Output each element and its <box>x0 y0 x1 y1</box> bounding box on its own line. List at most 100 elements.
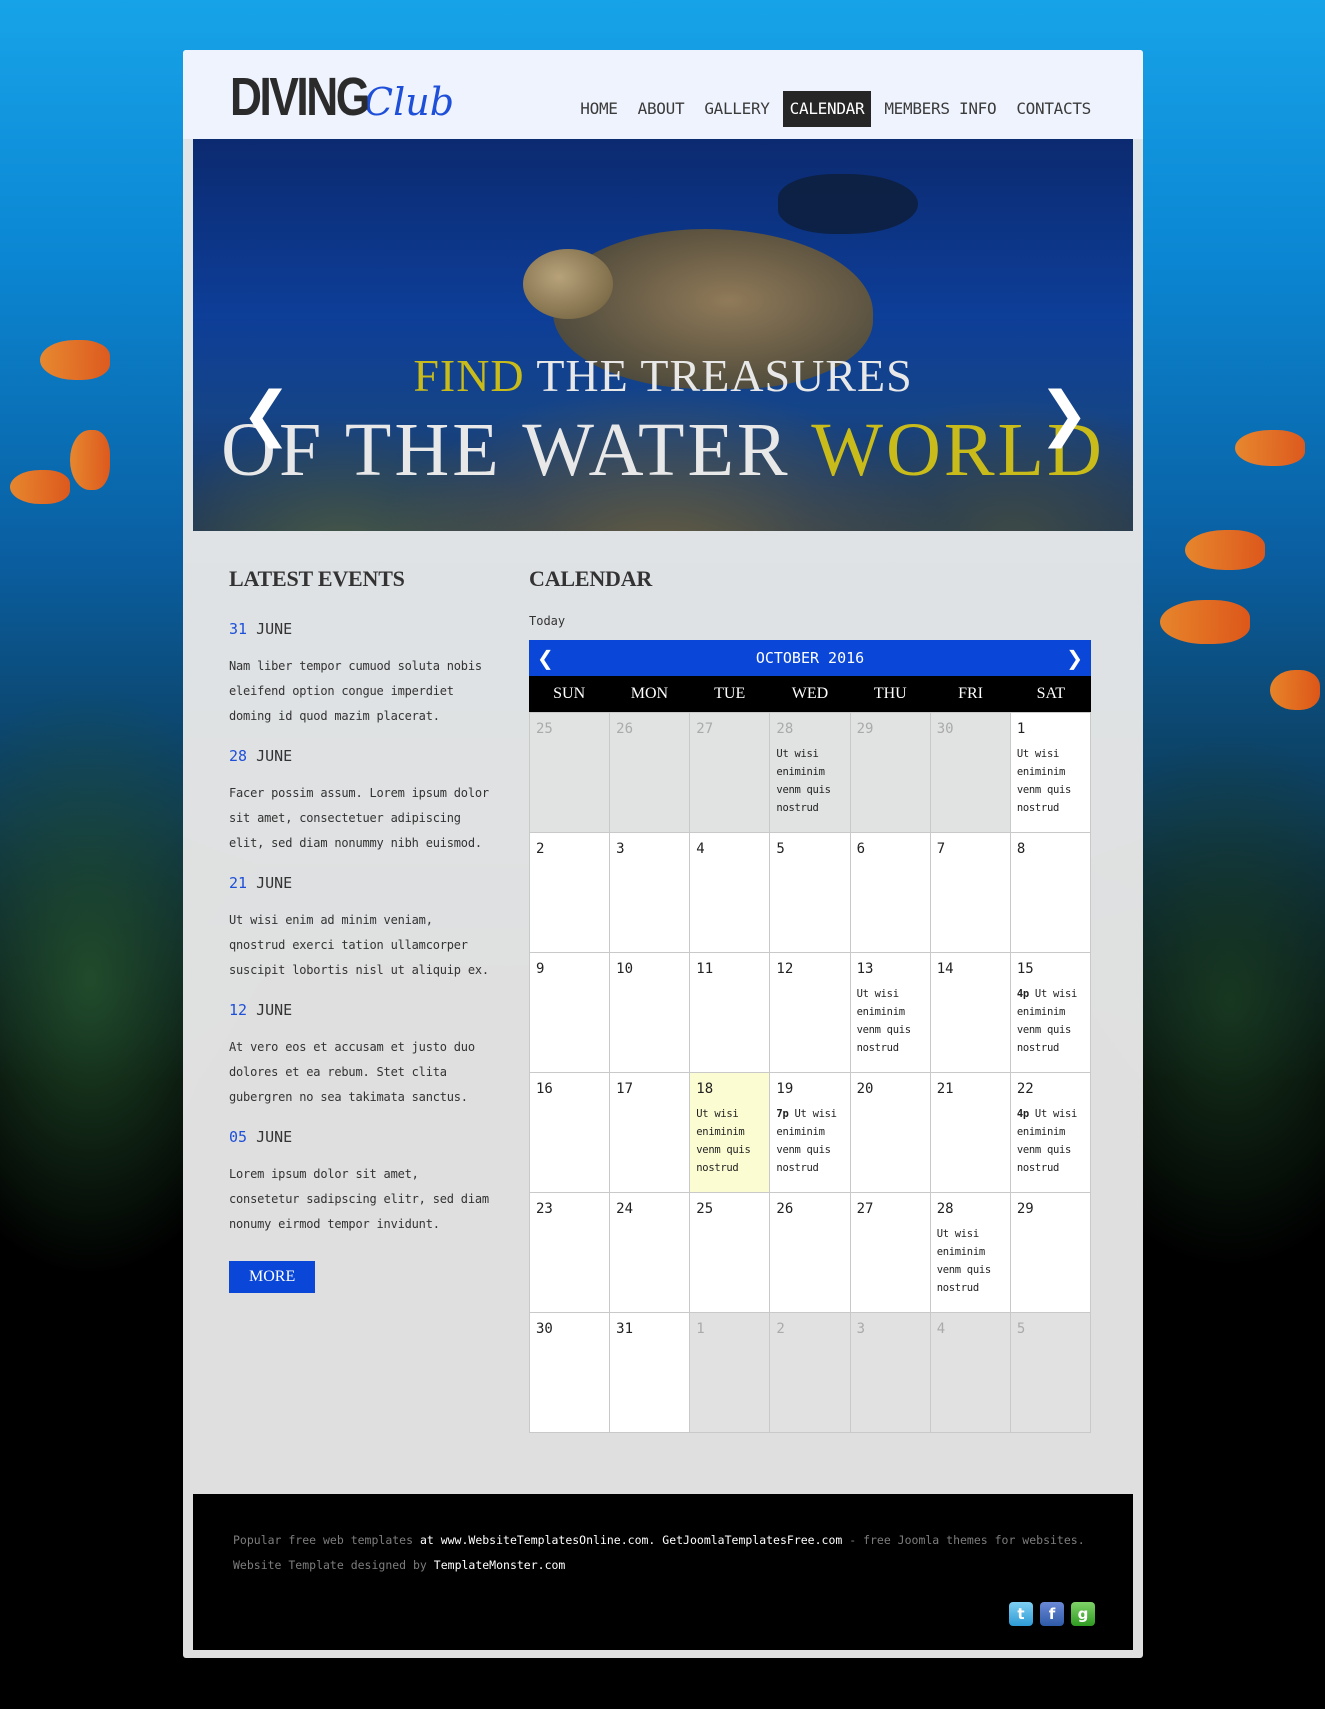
calendar-day[interactable]: 2 <box>530 833 611 953</box>
calendar-day[interactable]: 16 <box>530 1073 611 1193</box>
calendar-day[interactable]: 30 <box>930 713 1011 833</box>
event-month: JUNE <box>256 747 293 765</box>
event-day[interactable]: 21 <box>229 874 247 892</box>
calendar-next-icon[interactable]: ❯ <box>1066 646 1083 670</box>
site-logo[interactable]: DIVING Club <box>230 70 454 124</box>
calendar-day-number: 23 <box>536 1201 553 1217</box>
calendar-day[interactable]: 11 <box>690 953 771 1073</box>
footer-link-templatemonster[interactable]: TemplateMonster.com <box>434 1558 566 1572</box>
banner-text: OF THE WATER <box>221 408 812 492</box>
calendar-day[interactable]: 5 <box>770 833 851 953</box>
calendar-day[interactable]: 14 <box>930 953 1011 1073</box>
calendar-day-number: 30 <box>936 721 954 737</box>
calendar-event-text: Ut wisi eniminim venm quis nostrud <box>1016 748 1072 814</box>
calendar-day-number: 6 <box>856 841 865 857</box>
page-container: DIVING Club HOME ABOUT GALLERY CALENDAR … <box>183 50 1143 1658</box>
calendar-prev-icon[interactable]: ❮ <box>537 646 554 670</box>
calendar-event[interactable]: Ut wisi eniminim venm quis nostrud <box>696 1105 763 1177</box>
slider-next-icon[interactable]: ❯ <box>1039 384 1089 444</box>
footer-link-websitetemplatesonline[interactable]: at www.WebsiteTemplatesOnline.com <box>413 1533 648 1547</box>
calendar-event[interactable]: 4p Ut wisi eniminim venm quis nostrud <box>1017 1105 1084 1177</box>
nav-item-calendar[interactable]: CALENDAR <box>782 91 872 127</box>
nav-item-contacts[interactable]: CONTACTS <box>1009 91 1098 127</box>
calendar-day[interactable]: 26 <box>770 1193 851 1313</box>
calendar-day[interactable]: 19 7p Ut wisi eniminim venm quis nostrud <box>770 1073 851 1193</box>
today-button[interactable]: Today <box>529 614 565 628</box>
calendar-day[interactable]: 8 <box>1010 833 1091 953</box>
nav-item-home[interactable]: HOME <box>573 91 624 127</box>
event-item: 12 JUNE At vero eos et accusam et justo … <box>229 1001 494 1110</box>
slider-prev-icon[interactable]: ❮ <box>241 384 291 444</box>
calendar-event[interactable]: 7p Ut wisi eniminim venm quis nostrud <box>776 1105 843 1177</box>
calendar-day-number: 18 <box>696 1081 714 1097</box>
calendar-day[interactable]: 27 <box>850 1193 931 1313</box>
event-day[interactable]: 28 <box>229 747 247 765</box>
calendar-day[interactable]: 25 <box>530 713 611 833</box>
twitter-icon[interactable]: t <box>1009 1602 1033 1626</box>
footer-link-getjoomlatemplatesfree[interactable]: GetJoomlaTemplatesFree.com <box>662 1533 842 1547</box>
calendar-day[interactable]: 3 <box>610 833 691 953</box>
calendar-day[interactable]: 29 <box>1010 1193 1091 1313</box>
sea-turtle-head-image <box>523 249 613 319</box>
event-day[interactable]: 31 <box>229 620 247 638</box>
calendar-day-number: 21 <box>936 1081 954 1097</box>
calendar-day[interactable]: 13 Ut wisi eniminim venm quis nostrud <box>850 953 931 1073</box>
nav-item-members-info[interactable]: MEMBERS INFO <box>877 91 1003 127</box>
calendar-day[interactable]: 24 <box>610 1193 691 1313</box>
calendar-day[interactable]: 22 4p Ut wisi eniminim venm quis nostrud <box>1010 1073 1091 1193</box>
calendar-event-text: Ut wisi eniminim venm quis nostrud <box>696 1108 751 1174</box>
calendar-day[interactable]: 28 Ut wisi eniminim venm quis nostrud <box>930 1193 1011 1313</box>
calendar-day[interactable]: 10 <box>610 953 691 1073</box>
nav-item-about[interactable]: ABOUT <box>631 91 692 127</box>
logo-script-text: Club <box>364 80 455 124</box>
calendar-event[interactable]: Ut wisi eniminim venm quis nostrud <box>857 985 924 1057</box>
calendar-event[interactable]: 4p Ut wisi eniminim venm quis nostrud <box>1017 985 1084 1057</box>
calendar-day[interactable]: 27 <box>690 713 771 833</box>
calendar-day[interactable]: 28 Ut wisi eniminim venm quis nostrud <box>770 713 851 833</box>
calendar-day[interactable]: 29 <box>850 713 931 833</box>
background-fish-decoration <box>1185 530 1265 570</box>
calendar-day[interactable]: 6 <box>850 833 931 953</box>
calendar-day[interactable]: 20 <box>850 1073 931 1193</box>
calendar-day[interactable]: 4 <box>930 1313 1011 1433</box>
calendar-day[interactable]: 31 <box>610 1313 691 1433</box>
gowalla-icon[interactable]: g <box>1071 1602 1095 1626</box>
calendar-day[interactable]: 5 <box>1010 1313 1091 1433</box>
more-button[interactable]: MORE <box>229 1261 316 1293</box>
calendar-day[interactable]: 15 4p Ut wisi eniminim venm quis nostrud <box>1010 953 1091 1073</box>
nav-item-gallery[interactable]: GALLERY <box>697 91 776 127</box>
event-month: JUNE <box>256 620 293 638</box>
calendar-day[interactable]: 3 <box>850 1313 931 1433</box>
calendar-day[interactable]: 7 <box>930 833 1011 953</box>
calendar-day[interactable]: 1 <box>690 1313 771 1433</box>
calendar-event[interactable]: Ut wisi eniminim venm quis nostrud <box>1017 745 1084 817</box>
calendar-day-number: 3 <box>616 841 625 857</box>
calendar-day[interactable]: 9 <box>530 953 611 1073</box>
calendar-event[interactable]: Ut wisi eniminim venm quis nostrud <box>937 1225 1004 1297</box>
main-nav: HOME ABOUT GALLERY CALENDAR MEMBERS INFO… <box>573 91 1098 127</box>
calendar-day-today[interactable]: 18 Ut wisi eniminim venm quis nostrud <box>690 1073 771 1193</box>
calendar-day[interactable]: 2 <box>770 1313 851 1433</box>
event-day[interactable]: 12 <box>229 1001 247 1019</box>
calendar-day[interactable]: 12 <box>770 953 851 1073</box>
calendar-day[interactable]: 23 <box>530 1193 611 1313</box>
facebook-icon[interactable]: f <box>1040 1602 1064 1626</box>
calendar-day[interactable]: 17 <box>610 1073 691 1193</box>
calendar-widget: ❮ OCTOBER 2016 ❯ SUN MON TUE WED THU FRI… <box>529 640 1091 1433</box>
calendar-event-text: Ut wisi eniminim venm quis nostrud <box>936 1228 992 1294</box>
background-fish-decoration <box>70 430 110 490</box>
weekday-label: MON <box>630 685 669 702</box>
event-date: 28 JUNE <box>229 747 494 765</box>
calendar-day-number: 9 <box>536 961 545 977</box>
calendar-day[interactable]: 4 <box>690 833 771 953</box>
event-day[interactable]: 05 <box>229 1128 247 1146</box>
calendar-event[interactable]: Ut wisi eniminim venm quis nostrud <box>776 745 843 817</box>
background-fish-decoration <box>40 340 110 380</box>
calendar-day[interactable]: 25 <box>690 1193 771 1313</box>
calendar-day[interactable]: 1 Ut wisi eniminim venm quis nostrud <box>1010 713 1091 833</box>
calendar-day[interactable]: 26 <box>610 713 691 833</box>
calendar-day[interactable]: 21 <box>930 1073 1011 1193</box>
events-list: 31 JUNE Nam liber tempor cumuod soluta n… <box>229 620 494 1293</box>
calendar-day[interactable]: 30 <box>530 1313 611 1433</box>
background-fish-decoration <box>1270 670 1320 710</box>
